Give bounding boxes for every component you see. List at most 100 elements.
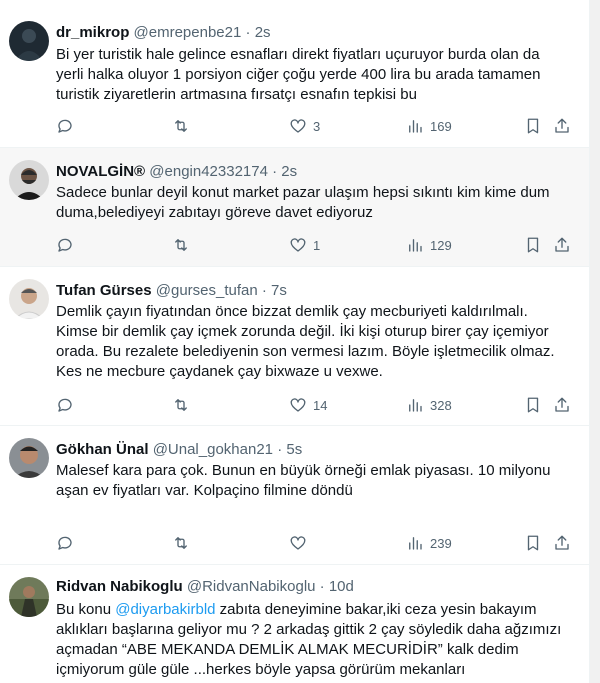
bookmark-icon [527,535,539,551]
share-icon [555,118,569,133]
display-name[interactable]: Gökhan Ünal [56,441,149,458]
tweet-header: NOVALGİN® @engin42332174 · 2s [56,162,297,182]
views-button[interactable]: 239 [406,533,452,553]
share-icon [555,237,569,252]
reply-icon [58,536,72,550]
tweet[interactable]: Gökhan Ünal @Unal_gokhan21 · 5s Malesef … [0,426,589,565]
retweet-icon [175,537,187,549]
bookmark-button[interactable] [524,533,542,553]
user-handle[interactable]: @gurses_tufan [156,282,258,299]
text-segment: zabıta deneyimine bakar,iki ceza yesin b… [215,601,537,618]
retweet-button[interactable] [172,235,190,255]
display-name[interactable]: dr_mikrop [56,24,129,41]
tweet-actions: 3 169 [56,116,576,136]
timestamp[interactable]: 7s [271,282,287,299]
text-segment: Bu konu [56,601,116,618]
tweet[interactable]: Tufan Gürses @gurses_tufan · 7s Demlik ç… [0,267,589,426]
share-button[interactable] [553,116,571,136]
retweet-button[interactable] [172,533,190,553]
tweet-header: Gökhan Ünal @Unal_gokhan21 · 5s [56,440,302,460]
user-handle[interactable]: @emrepenbe21 [134,24,242,41]
reply-button[interactable] [56,395,74,415]
like-button[interactable]: 1 [289,235,320,255]
views-count: 169 [430,118,452,134]
retweet-icon [175,399,187,411]
retweet-button[interactable] [172,395,190,415]
tweet-text: Demlik çayın fiyatından önce bizzat deml… [56,302,576,382]
mention-link[interactable]: @diyarbakirbld [115,601,215,618]
separator-dot: · [319,578,325,595]
tweet-text-line: yerli halka oluyor 1 porsiyon ciğer çoğu… [56,66,541,83]
tweet[interactable]: Ridvan Nabikoglu @RidvanNabikoglu · 10d … [0,565,589,683]
like-count: 1 [313,237,321,253]
views-icon [409,537,422,550]
views-count: 129 [430,237,452,253]
views-icon [409,399,422,412]
views-icon [409,120,422,133]
tweet-text-line: Bu konu @diyarbakirbld zabıta deneyimine… [56,600,576,620]
tweet[interactable]: NOVALGİN® @engin42332174 · 2s Sadece bun… [0,148,589,267]
avatar[interactable] [9,21,49,61]
tweet-text: Bu konu @diyarbakirbld zabıta deneyimine… [56,600,576,680]
like-button[interactable]: 3 [289,116,320,136]
share-icon [555,397,569,412]
tweet-actions: 14 328 [56,395,576,415]
display-name[interactable]: Tufan Gürses [56,282,152,299]
user-handle[interactable]: @engin42332174 [149,163,268,180]
display-name[interactable]: Ridvan Nabikoglu [56,578,183,595]
tweet-header: dr_mikrop @emrepenbe21 · 2s [56,23,271,43]
timestamp[interactable]: 2s [281,163,297,180]
reply-button[interactable] [56,533,74,553]
retweet-icon [175,239,187,251]
timestamp[interactable]: 5s [286,441,302,458]
bookmark-icon [527,118,539,134]
tweet-text-line: Kimse bir demlik çay içmek zorunda değil… [56,323,549,340]
views-icon [409,239,422,252]
avatar[interactable] [9,577,49,617]
reply-icon [58,398,72,412]
tweet-text-line: aklıkları başlarına geliyor mu ? 2 arkad… [56,621,562,638]
views-button[interactable]: 328 [406,395,452,415]
heart-icon [290,238,306,252]
user-handle[interactable]: @Unal_gokhan21 [153,441,273,458]
reply-icon [58,119,72,133]
avatar[interactable] [9,279,49,319]
reply-button[interactable] [56,235,74,255]
tweet[interactable]: dr_mikrop @emrepenbe21 · 2s Bi yer turis… [0,0,589,148]
tweet-actions: 239 [56,533,576,553]
tweet-text-line: aşan ev fiyatları var. Kolpaçino filmine… [56,482,353,499]
views-button[interactable]: 169 [406,116,452,136]
views-button[interactable]: 129 [406,235,452,255]
tweet-actions: 1 129 [56,235,576,255]
tweet-text-line: içmiyorum güle güle ...herkes böyle yaps… [56,661,466,678]
share-button[interactable] [553,395,571,415]
avatar[interactable] [9,160,49,200]
reply-button[interactable] [56,116,74,136]
tweet-text-line: Malesef kara para çok. Bunun en büyük ör… [56,462,551,479]
like-button[interactable]: 14 [289,395,327,415]
tweet-text-line: Demlik çayın fiyatından önce bizzat deml… [56,303,528,320]
separator-dot: · [261,282,267,299]
bookmark-button[interactable] [524,235,542,255]
views-count: 239 [430,535,452,551]
scrollbar[interactable] [590,0,600,683]
heart-icon [290,398,306,412]
tweet-text: Bi yer turistik hale gelince esnafları d… [56,45,576,105]
display-name[interactable]: NOVALGİN® [56,163,145,180]
tweet-text-line: orada. Bu rezalete belediyenin son verme… [56,343,555,360]
avatar[interactable] [9,438,49,478]
tweet-text-line: turistik ziyaretlerin artmasına fırsatçı… [56,86,417,103]
bookmark-button[interactable] [524,116,542,136]
bookmark-button[interactable] [524,395,542,415]
tweet-text-line: Bi yer turistik hale gelince esnafları d… [56,46,540,63]
heart-icon [290,536,306,550]
truncated-text-fade [56,504,376,510]
separator-dot: · [245,24,251,41]
retweet-button[interactable] [172,116,190,136]
like-button[interactable] [289,533,307,553]
share-button[interactable] [553,235,571,255]
timestamp[interactable]: 10d [329,578,354,595]
share-button[interactable] [553,533,571,553]
user-handle[interactable]: @RidvanNabikoglu [187,578,316,595]
timestamp[interactable]: 2s [255,24,271,41]
